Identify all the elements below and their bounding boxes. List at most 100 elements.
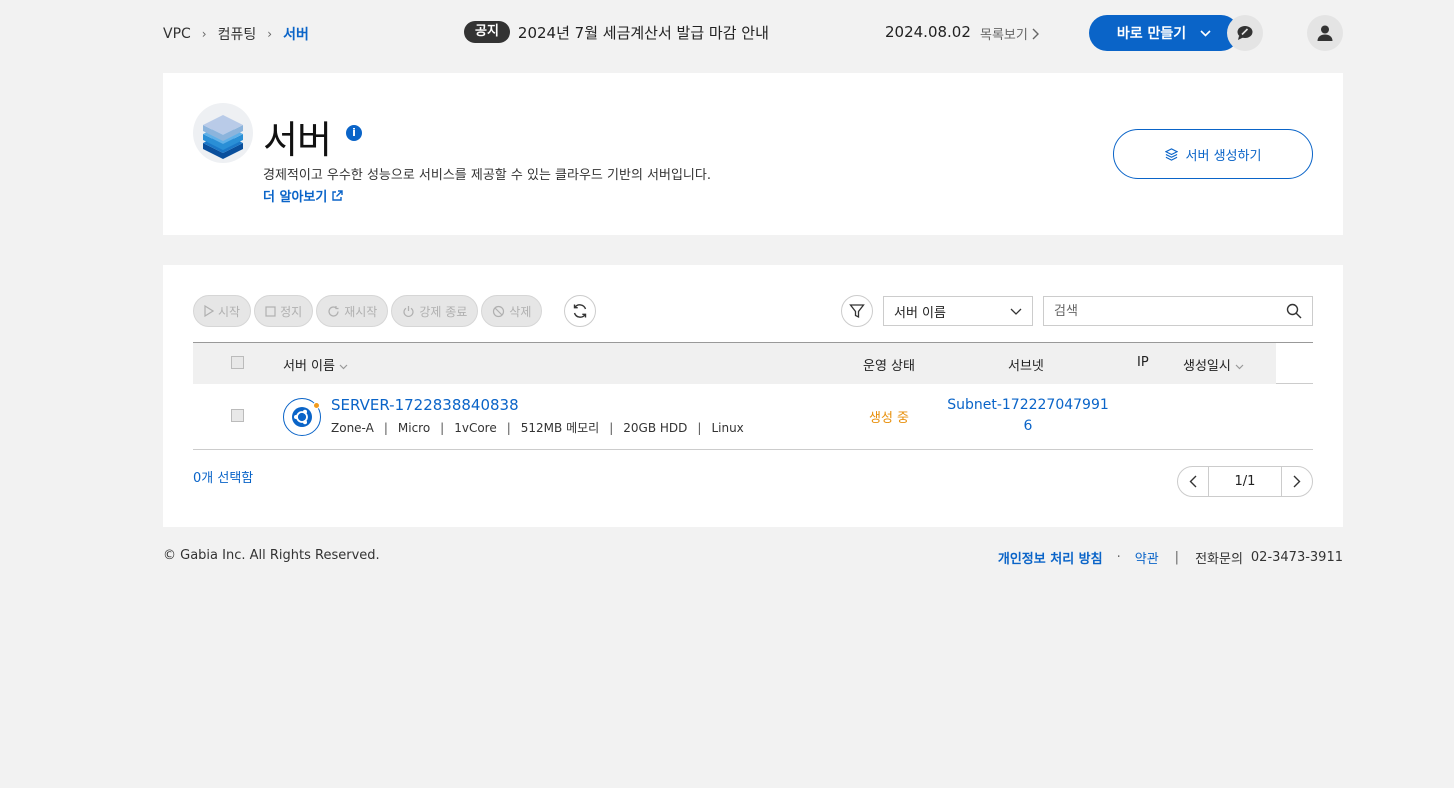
- notice-text[interactable]: 2024년 7월 세금계산서 발급 마감 안내: [518, 22, 769, 43]
- server-spec: Zone-A | Micro | 1vCore | 512MB 메모리 | 20…: [331, 419, 744, 436]
- power-icon: [403, 305, 414, 317]
- quick-create-label: 바로 만들기: [1116, 26, 1187, 42]
- page-title: 서버: [263, 118, 332, 162]
- spec-type: Micro: [397, 420, 431, 435]
- start-button[interactable]: 시작: [193, 295, 252, 327]
- status-badge: 생성 중: [869, 411, 910, 426]
- notice-more-link[interactable]: 목록보기: [980, 24, 1040, 43]
- table-row[interactable]: SERVER-1722838840838 Zone-A | Micro | 1v…: [193, 384, 1313, 450]
- learn-more-label: 더 알아보기: [263, 190, 328, 205]
- column-ip: IP: [1137, 355, 1149, 370]
- page-description: 경제적이고 우수한 성능으로 서비스를 제공할 수 있는 클라우드 기반의 서버…: [263, 168, 711, 183]
- separator-dot: ·: [1116, 550, 1121, 565]
- table-header: 서버 이름 운영 상태 서브넷 IP 생성일시: [193, 342, 1313, 384]
- column-server-name-label: 서버 이름: [283, 359, 335, 374]
- start-label: 시작: [218, 304, 241, 319]
- stop-icon: [265, 305, 276, 317]
- filter-button[interactable]: [841, 295, 873, 327]
- delete-label: 삭제: [509, 304, 532, 319]
- search-icon[interactable]: [1286, 303, 1302, 319]
- selected-count: 0개 선택함: [193, 471, 254, 486]
- server-name-link[interactable]: SERVER-1722838840838: [331, 396, 519, 414]
- stop-label: 정지: [280, 304, 303, 319]
- page-indicator: 1/1: [1209, 466, 1281, 497]
- user-icon: [1317, 25, 1333, 41]
- action-toolbar: 시작 정지 재시작 강제 종료 삭제: [193, 295, 543, 327]
- privacy-policy-link[interactable]: 개인정보 처리 방침: [998, 548, 1103, 567]
- column-subnet: 서브넷: [1008, 359, 1044, 374]
- divider: |: [383, 420, 388, 435]
- chevron-left-icon: [1189, 475, 1197, 488]
- search-field-select[interactable]: 서버 이름: [883, 296, 1033, 326]
- quick-create-button[interactable]: 바로 만들기: [1089, 15, 1239, 51]
- notice-badge: 공지: [464, 21, 510, 43]
- service-header-card: 서버 i 경제적이고 우수한 성능으로 서비스를 제공할 수 있는 클라우드 기…: [163, 73, 1343, 235]
- refresh-icon: [573, 304, 587, 318]
- copyright: © Gabia Inc. All Rights Reserved.: [163, 548, 380, 563]
- prohibited-icon: [493, 305, 505, 317]
- server-list-card: 시작 정지 재시작 강제 종료 삭제 서버 이름 검색 서버 이름 운영 상태 …: [163, 265, 1343, 527]
- top-bar: VPC › 컴퓨팅 › 서버 공지 2024년 7월 세금계산서 발급 마감 안…: [163, 14, 1343, 52]
- chevron-right-icon: [1032, 28, 1039, 40]
- restart-icon: [328, 305, 339, 317]
- breadcrumb-vpc[interactable]: VPC: [163, 26, 191, 42]
- search-box: [1043, 296, 1313, 326]
- spec-zone: Zone-A: [331, 420, 374, 435]
- create-server-label: 서버 생성하기: [1185, 148, 1262, 164]
- sort-icon: [339, 364, 348, 370]
- create-server-button[interactable]: 서버 생성하기: [1113, 129, 1313, 179]
- chat-button[interactable]: [1227, 15, 1263, 51]
- spec-cpu: 1vCore: [454, 420, 497, 435]
- refresh-button[interactable]: [564, 295, 596, 327]
- spec-disk: 20GB HDD: [623, 420, 688, 435]
- spec-memory: 512MB 메모리: [520, 421, 600, 435]
- spec-os: Linux: [711, 420, 744, 435]
- divider: |: [697, 420, 702, 435]
- search-input[interactable]: [1054, 303, 1286, 319]
- sort-icon: [1235, 364, 1244, 370]
- layers-icon: [1164, 147, 1178, 161]
- stop-button[interactable]: 정지: [254, 295, 314, 327]
- chevron-right-icon: ›: [201, 27, 207, 41]
- column-server-name[interactable]: 서버 이름: [283, 355, 348, 374]
- contact-number: 02-3473-3911: [1250, 550, 1343, 565]
- info-icon[interactable]: i: [346, 125, 362, 141]
- restart-button[interactable]: 재시작: [316, 295, 389, 327]
- chevron-right-icon: ›: [267, 27, 273, 41]
- play-icon: [204, 305, 214, 317]
- chat-icon: [1237, 26, 1253, 40]
- subnet-link[interactable]: Subnet-172227047991 6: [938, 395, 1118, 437]
- select-all-checkbox[interactable]: [231, 356, 244, 369]
- next-page-button[interactable]: [1281, 466, 1313, 497]
- restart-label: 재시작: [344, 304, 378, 319]
- learn-more-link[interactable]: 더 알아보기: [263, 186, 344, 205]
- column-created-label: 생성일시: [1183, 359, 1231, 374]
- search-field-value: 서버 이름: [894, 305, 946, 321]
- status-indicator-dot: [313, 402, 320, 409]
- force-stop-button[interactable]: 강제 종료: [391, 295, 479, 327]
- column-status: 운영 상태: [863, 359, 915, 374]
- divider: |: [609, 420, 614, 435]
- breadcrumb: VPC › 컴퓨팅 › 서버: [163, 24, 309, 44]
- prev-page-button[interactable]: [1177, 466, 1209, 497]
- notice[interactable]: 공지 2024년 7월 세금계산서 발급 마감 안내: [464, 21, 769, 43]
- user-account-button[interactable]: [1307, 15, 1343, 51]
- column-created[interactable]: 생성일시: [1183, 355, 1244, 374]
- force-stop-label: 강제 종료: [419, 304, 468, 319]
- chevron-down-icon: [1200, 29, 1211, 37]
- server-stack-icon: [193, 103, 253, 163]
- footer-links: 개인정보 처리 방침 · 약관 | 전화문의 02-3473-3911: [998, 548, 1343, 567]
- table-header-background: [193, 343, 1276, 384]
- row-checkbox[interactable]: [231, 409, 244, 422]
- chevron-down-icon: [1010, 308, 1022, 315]
- divider: |: [440, 420, 445, 435]
- divider: |: [1174, 550, 1180, 565]
- notice-more-label: 목록보기: [980, 28, 1028, 43]
- breadcrumb-computing[interactable]: 컴퓨팅: [218, 24, 257, 44]
- breadcrumb-current: 서버: [283, 27, 309, 43]
- divider: |: [506, 420, 511, 435]
- server-table: 서버 이름 운영 상태 서브넷 IP 생성일시 SERVER-172283884…: [193, 342, 1313, 450]
- external-link-icon: [332, 189, 344, 201]
- terms-link[interactable]: 약관: [1135, 548, 1159, 567]
- delete-button[interactable]: 삭제: [481, 295, 543, 327]
